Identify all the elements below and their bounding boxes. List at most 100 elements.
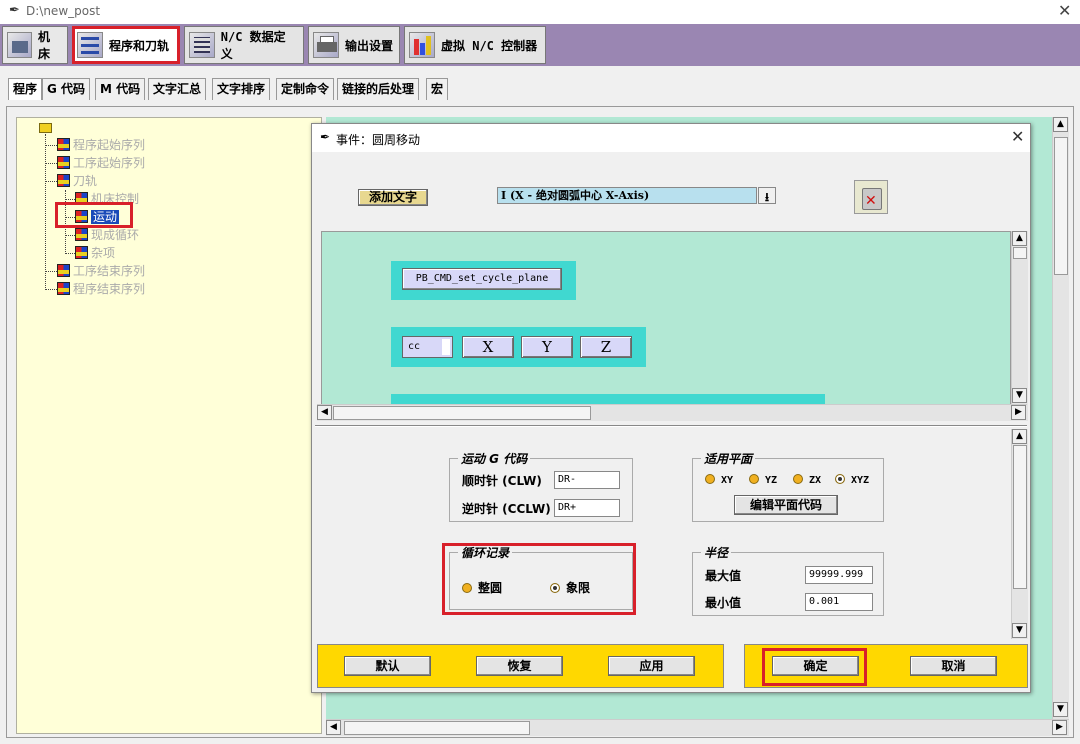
subtab-g-code[interactable]: G 代码 xyxy=(42,78,91,100)
cc-word-box[interactable]: cc xyxy=(402,336,453,358)
tree-item[interactable]: 程序结束序列 xyxy=(57,280,145,298)
app-icon: ✒ xyxy=(9,3,20,18)
plane-option-zx[interactable]: ZX xyxy=(793,474,821,486)
event-icon xyxy=(75,192,88,205)
dialog-close-icon[interactable]: ✕ xyxy=(1011,127,1024,146)
event-icon xyxy=(75,210,88,223)
event-dialog: ✒ 事件：圆周移动 ✕ 添加文字 I (X - 绝对圆弧中心 X-Axis) ⭳… xyxy=(311,123,1031,693)
y-word-button[interactable]: Y xyxy=(521,336,573,358)
scroll-up-icon[interactable]: ▲ xyxy=(1053,117,1068,132)
address-select[interactable]: I (X - 绝对圆弧中心 X-Axis) xyxy=(497,187,757,204)
subtab-program[interactable]: 程序 xyxy=(8,78,43,100)
scroll-down-icon[interactable]: ▼ xyxy=(1012,623,1027,638)
plane-option-yz[interactable]: YZ xyxy=(749,474,777,486)
tree-item[interactable]: 工序结束序列 xyxy=(57,262,145,280)
z-word-button[interactable]: Z xyxy=(580,336,632,358)
radius-max-input[interactable]: 99999.999 xyxy=(805,566,873,584)
subtab-macro[interactable]: 宏 xyxy=(426,78,449,100)
radius-min-input[interactable]: 0.001 xyxy=(805,593,873,611)
divider xyxy=(315,425,1027,427)
dialog-app-icon: ✒ xyxy=(320,130,331,144)
radio-selected-icon xyxy=(550,583,560,593)
toolpath-icon xyxy=(77,32,103,58)
tree-item-selected[interactable]: 运动 xyxy=(75,208,120,226)
scroll-right-icon[interactable]: ▶ xyxy=(1052,720,1067,735)
event-icon xyxy=(57,264,70,277)
printer-icon xyxy=(313,32,339,58)
cw-label: 顺时针 (CLW) xyxy=(462,474,542,488)
scroll-up-icon[interactable]: ▲ xyxy=(1012,231,1027,246)
scroll-down-icon[interactable]: ▼ xyxy=(1053,702,1068,717)
radius-group: 半径 最大值 99999.999 最小值 0.001 xyxy=(692,544,884,616)
tree-item[interactable]: 刀轨 xyxy=(57,172,97,190)
edit-plane-code-button[interactable]: 编辑平面代码 xyxy=(734,495,838,515)
main-vertical-scrollbar[interactable]: ▲ ▼ xyxy=(1052,117,1069,719)
window-close-icon[interactable]: ✕ xyxy=(1058,1,1071,20)
scroll-thumb[interactable] xyxy=(333,406,591,420)
radius-max-label: 最大值 xyxy=(705,569,742,583)
x-word-button[interactable]: X xyxy=(462,336,514,358)
canvas-horizontal-scrollbar[interactable]: ◀ ▶ xyxy=(317,404,1027,421)
plane-option-xyz[interactable]: XYZ xyxy=(835,474,869,486)
subtab-word-summary[interactable]: 文字汇总 xyxy=(148,78,207,100)
options-vertical-scrollbar[interactable]: ▲ ▼ xyxy=(1011,429,1028,639)
cancel-button[interactable]: 取消 xyxy=(910,656,997,676)
radio-icon xyxy=(705,474,715,484)
tab-program-toolpath-label: 程序和刀轨 xyxy=(109,38,170,53)
scroll-thumb[interactable] xyxy=(1054,137,1068,275)
tree-item[interactable]: 程序起始序列 xyxy=(57,136,145,154)
cycle-plane-button[interactable]: PB_CMD_set_cycle_plane xyxy=(402,268,562,290)
scroll-up-icon[interactable]: ▲ xyxy=(1012,429,1027,444)
plane-option-xy[interactable]: XY xyxy=(705,474,733,486)
sub-tab-bar: 程序 G 代码 M 代码 文字汇总 文字排序 定制命令 链接的后处理 宏 xyxy=(0,66,1080,106)
tab-output-settings-label: 输出设置 xyxy=(345,38,394,53)
ccw-code-input[interactable]: DR+ xyxy=(554,499,620,517)
cw-code-input[interactable]: DR- xyxy=(554,471,620,489)
subtab-m-code[interactable]: M 代码 xyxy=(95,78,146,100)
tree-item[interactable]: 现成循环 xyxy=(75,226,139,244)
event-icon xyxy=(75,228,88,241)
nc-data-icon xyxy=(189,32,215,58)
trash-icon[interactable]: ✕ xyxy=(854,180,888,214)
tab-machine[interactable]: 机床 xyxy=(2,26,68,64)
apply-button[interactable]: 应用 xyxy=(608,656,695,676)
main-horizontal-scrollbar[interactable]: ◀ ▶ xyxy=(326,719,1069,736)
scroll-right-icon[interactable]: ▶ xyxy=(1011,405,1026,420)
restore-button[interactable]: 恢复 xyxy=(476,656,563,676)
subtab-linked-posts[interactable]: 链接的后处理 xyxy=(337,78,420,100)
scroll-left-icon[interactable]: ◀ xyxy=(317,405,332,420)
canvas-vertical-scrollbar[interactable]: ▲ ▼ xyxy=(1011,231,1028,421)
circle-option-quadrant[interactable]: 象限 xyxy=(550,579,590,596)
main-tab-bar: 机床 程序和刀轨 N/C 数据定义 输出设置 虚拟 N/C 控制器 xyxy=(0,24,1080,66)
motion-gcode-group: 运动 G 代码 顺时针 (CLW) DR- 逆时针 (CCLW) DR+ xyxy=(449,450,633,522)
window-titlebar: ✒ D:\new_post ✕ xyxy=(0,0,1080,24)
radius-group-title: 半径 xyxy=(701,544,732,561)
tree-item[interactable]: 杂项 xyxy=(75,244,115,262)
folder-icon xyxy=(39,123,52,133)
scroll-thumb[interactable] xyxy=(1013,445,1027,589)
scroll-left-icon[interactable]: ◀ xyxy=(326,720,341,735)
virtual-nc-icon xyxy=(409,32,435,58)
scroll-down-icon[interactable]: ▼ xyxy=(1012,388,1027,403)
default-button[interactable]: 默认 xyxy=(344,656,431,676)
tab-output-settings[interactable]: 输出设置 xyxy=(308,26,400,64)
tab-nc-data[interactable]: N/C 数据定义 xyxy=(184,26,304,64)
circle-option-full[interactable]: 整圆 xyxy=(462,579,502,596)
subtab-word-order[interactable]: 文字排序 xyxy=(212,78,271,100)
tab-virtual-nc[interactable]: 虚拟 N/C 控制器 xyxy=(404,26,546,64)
window-title: D:\new_post xyxy=(26,4,101,18)
scroll-thumb[interactable] xyxy=(344,721,530,735)
scroll-thumb[interactable] xyxy=(1013,247,1027,259)
tree-item[interactable]: 工序起始序列 xyxy=(57,154,145,172)
ok-button[interactable]: 确定 xyxy=(772,656,859,676)
tab-program-toolpath[interactable]: 程序和刀轨 xyxy=(72,26,180,64)
subtab-custom-command[interactable]: 定制命令 xyxy=(276,78,335,100)
radio-icon xyxy=(793,474,803,484)
ccw-label: 逆时针 (CCLW) xyxy=(462,502,551,516)
circle-record-group-title: 循环记录 xyxy=(458,544,513,561)
add-word-button[interactable]: 添加文字 xyxy=(358,189,428,206)
dropdown-arrow-icon[interactable]: ⭳ xyxy=(758,187,776,204)
radio-icon xyxy=(462,583,472,593)
dialog-title: 事件：圆周移动 xyxy=(336,133,421,147)
tree-item[interactable]: 机床控制 xyxy=(75,190,139,208)
